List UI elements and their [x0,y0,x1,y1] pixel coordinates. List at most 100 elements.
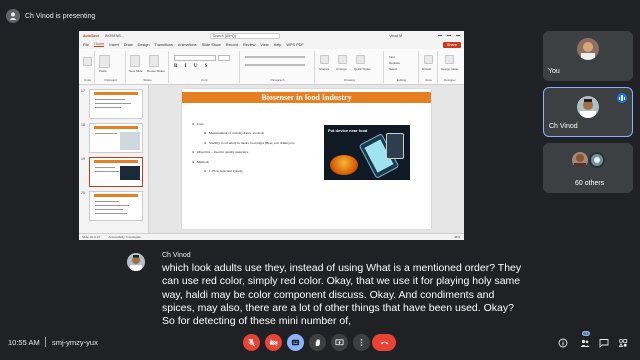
food-bowl-image [330,155,358,175]
meet-window: Ch Vinod is presenting AutoSave BIOSENS.… [0,0,640,360]
app-search-input[interactable]: Search (Alt+Q) [209,32,280,39]
ribbon-group-font: B I U S Font [170,51,240,83]
participant-tile-ch-vinod[interactable]: Ch Vinod [543,87,633,137]
shapes-icon[interactable] [320,55,329,64]
app-user-name: Vinod M [389,33,402,38]
font-format-buttons[interactable]: B I U S [174,64,210,69]
clock: 10:55 AM [8,338,40,347]
presenter-chip: Ch Vinod is presenting [6,8,95,24]
participant-name: Ch Vinod [549,123,578,130]
list-buttons[interactable] [245,56,305,58]
presenter-avatar-icon [6,9,20,23]
ribbon-group-editing: Find Replace Select Editing [385,51,419,83]
ribbon-group-slides: New Slide Reuse Slides Slides [127,51,169,83]
accessibility-status[interactable]: Accessibility: Investigate [108,235,141,239]
avatar [589,152,605,168]
zoom-level[interactable]: 48% [454,235,460,239]
menu-file[interactable]: File [83,43,89,47]
participant-tile-you[interactable]: You [543,31,633,81]
menu-transitions[interactable]: Transitions [154,43,172,47]
new-slide-icon[interactable] [130,55,140,67]
menu-design[interactable]: Design [138,43,150,47]
participant-name: 60 others [575,180,605,187]
menu-record[interactable]: Record [226,43,238,47]
presenter-label: Ch Vinod is presenting [25,12,96,20]
menu-view[interactable]: View [260,43,268,47]
captions-icon [291,339,300,346]
bullet-item: Measurement of carbohydrates, alcohols [204,131,332,135]
present-button[interactable] [331,334,348,351]
camera-off-icon [269,338,278,347]
menu-slide-show[interactable]: Slide Show [202,43,221,47]
leave-call-button[interactable] [372,334,396,351]
chat-button[interactable] [598,337,610,349]
undo-icon[interactable] [83,57,92,66]
participant-name: You [548,68,560,75]
more-options-button[interactable] [353,334,370,351]
app-titlebar: AutoSave BIOSENS... Search (Alt+Q) Vinod… [79,31,464,40]
replace-button[interactable]: Replace [389,61,400,65]
avatar [572,152,588,168]
ribbon-group-designer: Design Ideas Designer [439,51,461,83]
meeting-details-button[interactable] [557,337,569,349]
slide-canvas: Biosenser in food Industry Uses Measurem… [149,85,464,233]
reuse-slides-icon[interactable] [149,55,159,67]
info-icon [558,338,568,348]
sensor-device-image [386,133,404,159]
bullet-item: Methods [192,160,332,164]
ribbon-group-drawing: Shapes Arrange Quick Styles Drawing [316,51,384,83]
more-vert-icon [360,338,363,347]
present-icon [335,339,344,346]
divider [45,337,46,347]
phone-hangup-icon [380,341,388,345]
slide-bullets: Uses Measurement of carbohydrates, alcoh… [192,122,332,179]
arrange-icon[interactable] [338,55,347,64]
align-buttons[interactable] [245,64,305,66]
bullet-item: Objective – Used in quality assurance [192,150,332,154]
slide-thumbnail-panel: 17 18 19 20 [79,85,149,233]
avatar [577,38,599,60]
hand-icon [315,339,320,347]
ribbon-group-voice: Dictate Voice [420,51,438,83]
file-name: BIOSENS... [105,33,124,38]
menu-home[interactable]: Home [94,42,105,47]
find-button[interactable]: Find [389,55,395,59]
autosave-label: AutoSave [83,33,100,38]
ribbon-group-undo: Undo [81,51,95,83]
camera-toggle-button[interactable] [265,334,282,351]
captions-button[interactable] [287,334,304,351]
bullet-item: 1. Flow injection system [204,169,332,173]
menu-draw[interactable]: Draw [124,43,133,47]
activities-button[interactable] [617,337,629,349]
menu-animations[interactable]: Animations [178,43,197,47]
raise-hand-button[interactable] [309,334,326,351]
app-statusbar: Slide 19 of 27 Accessibility: Investigat… [79,233,464,240]
slide-thumbnail[interactable]: 17 [81,89,145,121]
font-name-select[interactable] [174,55,216,61]
slide-thumbnail[interactable]: 18 [81,123,145,155]
window-controls[interactable] [438,35,460,36]
menu-help[interactable]: Help [274,43,282,47]
menu-review[interactable]: Review [243,43,255,47]
app-share-button[interactable]: Share [442,41,461,48]
current-slide[interactable]: Biosenser in food Industry Uses Measurem… [182,89,431,229]
slide-thumbnail[interactable]: 20 [81,191,145,223]
shared-screen: AutoSave BIOSENS... Search (Alt+Q) Vinod… [79,31,464,240]
font-size-select[interactable] [218,55,230,61]
select-button[interactable]: Select [389,67,397,71]
quick-styles-icon[interactable] [356,55,365,64]
meeting-code: smj-ymzy-yux [52,338,98,347]
slide-thumbnail-selected[interactable]: 19 [81,157,145,189]
people-button[interactable] [579,337,591,349]
speaker-avatar [127,253,145,271]
mic-toggle-button[interactable] [243,334,260,351]
dictate-icon[interactable] [424,55,433,64]
ribbon: Undo Paste Clipboard New Slide Reuse Sli… [79,49,464,85]
menu-wps-pdf[interactable]: WPS PDF [286,43,303,47]
photo-caption: Put device near food [328,128,368,133]
activities-icon [618,339,628,347]
participant-tile-others[interactable]: 60 others [543,143,633,193]
menu-insert[interactable]: Insert [109,43,119,47]
paste-icon[interactable] [99,55,110,68]
design-ideas-icon[interactable] [445,55,454,64]
